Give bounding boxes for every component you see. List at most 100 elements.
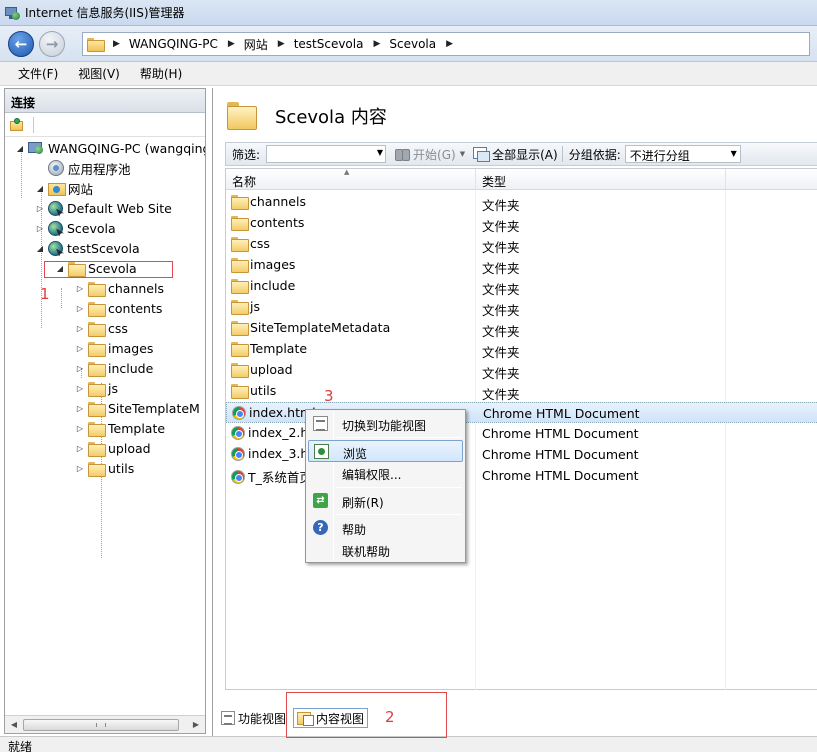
horizontal-scrollbar[interactable]: ◀ ▶ xyxy=(5,715,205,733)
expand-arrow-icon[interactable]: ▷ xyxy=(75,344,85,353)
tree-node[interactable]: ▷ utils xyxy=(75,458,134,478)
menu-separator xyxy=(336,487,462,488)
list-item[interactable]: channels 文件夹 xyxy=(226,192,817,213)
expand-arrow-icon[interactable]: ▷ xyxy=(75,464,85,473)
list-item[interactable]: js 文件夹 xyxy=(226,297,817,318)
tree-node[interactable]: ▷ include xyxy=(75,358,153,378)
connections-panel: 连接 ◢ WANGQING-PC (wangqing 应用程序池 ◢ 网站 ▷ Defaul… xyxy=(4,88,206,734)
feature-view-icon xyxy=(313,416,328,431)
annotation-number-3: 3 xyxy=(324,387,334,405)
tree-node[interactable]: ▷ Default Web Site xyxy=(35,198,172,218)
list-item[interactable]: contents 文件夹 xyxy=(226,213,817,234)
list-item-type: 文件夹 xyxy=(482,303,520,318)
breadcrumb-item[interactable]: Scevola xyxy=(389,37,436,51)
tree-node[interactable]: ▷ Scevola xyxy=(35,218,116,238)
list-item[interactable]: upload 文件夹 xyxy=(226,360,817,381)
breadcrumb[interactable]: ▶ WANGQING-PC ▶ 网站 ▶ testScevola ▶ Scevo… xyxy=(82,32,810,56)
connect-icon[interactable] xyxy=(9,117,25,132)
chrome-icon xyxy=(231,446,245,461)
folder-icon xyxy=(231,279,249,294)
menu-item-browse[interactable]: 浏览 xyxy=(308,440,463,462)
menu-item-edit-permissions[interactable]: 编辑权限... xyxy=(308,462,463,484)
dropdown-arrow-icon[interactable]: ▼ xyxy=(460,150,465,158)
tab-feature-view[interactable]: 功能视图 xyxy=(218,708,289,728)
connections-tree: ◢ WANGQING-PC (wangqing 应用程序池 ◢ 网站 ▷ Default W… xyxy=(5,138,205,713)
tree-node[interactable]: ◢ 网站 xyxy=(35,178,93,198)
expand-arrow-icon[interactable]: ▷ xyxy=(75,424,85,433)
expand-arrow-icon[interactable]: ▷ xyxy=(75,284,85,293)
server-icon xyxy=(28,141,44,155)
list-item[interactable]: css 文件夹 xyxy=(226,234,817,255)
chevron-right-icon[interactable]: ▶ xyxy=(373,39,380,49)
menu-view[interactable]: 视图(V) xyxy=(78,65,120,82)
tree-node[interactable]: ▷ js xyxy=(75,378,118,398)
expand-arrow-icon[interactable]: ▷ xyxy=(75,304,85,313)
sort-ascending-icon: ▲ xyxy=(344,168,350,176)
menu-item-switch-feature-view[interactable]: 切换到功能视图 xyxy=(308,413,463,435)
tree-node[interactable]: 应用程序池 xyxy=(35,158,131,178)
chevron-right-icon[interactable]: ▶ xyxy=(113,39,120,49)
expand-arrow-icon[interactable]: ▷ xyxy=(75,324,85,333)
breadcrumb-item[interactable]: 网站 xyxy=(244,36,268,53)
tree-node[interactable]: ◢ testScevola xyxy=(35,238,140,258)
menu-item-online-help[interactable]: 联机帮助 xyxy=(308,539,463,561)
tree-node[interactable]: ▷ upload xyxy=(75,438,151,458)
list-item[interactable]: SiteTemplateMetadata 文件夹 xyxy=(226,318,817,339)
arrow-left-icon: ← xyxy=(14,35,28,53)
expand-arrow-icon[interactable]: ▷ xyxy=(75,404,85,413)
expand-arrow-icon[interactable]: ▷ xyxy=(75,364,85,373)
collapse-arrow-icon[interactable]: ◢ xyxy=(35,244,45,253)
collapse-arrow-icon[interactable]: ◢ xyxy=(35,184,45,193)
status-bar: 就绪 xyxy=(0,736,817,752)
list-item[interactable]: Template 文件夹 xyxy=(226,339,817,360)
expand-arrow-icon[interactable]: ▷ xyxy=(35,204,45,213)
scroll-left-icon[interactable]: ◀ xyxy=(7,718,21,732)
menu-separator xyxy=(336,514,462,515)
list-item[interactable]: utils 文件夹 xyxy=(226,381,817,402)
annotation-number-2: 2 xyxy=(385,708,395,726)
tree-node[interactable]: ▷ css xyxy=(75,318,128,338)
expand-arrow-icon[interactable]: ▷ xyxy=(75,444,85,453)
filter-input[interactable]: ▼ xyxy=(266,145,387,163)
globe-icon xyxy=(48,220,63,236)
column-header-name[interactable]: 名称 ▲ xyxy=(226,168,476,190)
breadcrumb-item[interactable]: WANGQING-PC xyxy=(129,37,218,51)
group-by-select[interactable]: 不进行分组 ▼ xyxy=(624,145,741,163)
tree-node[interactable]: ▷ images xyxy=(75,338,153,358)
tree-node[interactable]: ▷ SiteTemplateM xyxy=(75,398,200,418)
menu-item-help[interactable]: ? 帮助 xyxy=(308,517,463,539)
list-item[interactable]: include 文件夹 xyxy=(226,276,817,297)
expand-arrow-icon[interactable]: ▷ xyxy=(35,224,45,233)
show-all-button[interactable]: 全部显示(A) xyxy=(473,146,558,163)
menu-help[interactable]: 帮助(H) xyxy=(140,65,182,82)
help-icon: ? xyxy=(313,520,328,535)
menu-file[interactable]: 文件(F) xyxy=(18,65,58,82)
dropdown-arrow-icon[interactable]: ▼ xyxy=(731,149,737,158)
chevron-right-icon[interactable]: ▶ xyxy=(278,39,285,49)
breadcrumb-item[interactable]: testScevola xyxy=(294,37,364,51)
column-header-type[interactable]: 类型 xyxy=(476,169,726,190)
list-item-type: 文件夹 xyxy=(482,366,520,381)
go-label: 开始(G) xyxy=(413,147,456,162)
list-item-type: Chrome HTML Document xyxy=(482,468,639,483)
menu-separator xyxy=(336,437,462,438)
collapse-arrow-icon[interactable]: ◢ xyxy=(15,144,25,153)
go-button[interactable]: 开始(G) xyxy=(394,146,456,163)
dropdown-arrow-icon[interactable]: ▼ xyxy=(377,148,383,157)
list-item[interactable]: images 文件夹 xyxy=(226,255,817,276)
scroll-right-icon[interactable]: ▶ xyxy=(189,718,203,732)
chevron-right-icon[interactable]: ▶ xyxy=(446,39,453,49)
tree-node[interactable]: ▷ Template xyxy=(75,418,165,438)
forward-button[interactable]: → xyxy=(39,31,65,57)
back-button[interactable]: ← xyxy=(8,31,34,57)
expand-arrow-icon[interactable]: ▷ xyxy=(75,384,85,393)
filter-label: 筛选: xyxy=(232,147,261,162)
toolbar-separator xyxy=(33,116,34,133)
tree-node[interactable]: ◢ WANGQING-PC (wangqing xyxy=(15,138,205,158)
tree-node-label: 网站 xyxy=(68,181,94,197)
tree-node[interactable]: ▷ channels xyxy=(75,278,164,298)
menu-item-refresh[interactable]: ⇄ 刷新(R) xyxy=(308,490,463,512)
tree-node[interactable]: ▷ contents xyxy=(75,298,162,318)
chevron-right-icon[interactable]: ▶ xyxy=(228,39,235,49)
scrollbar-thumb[interactable] xyxy=(23,719,179,731)
